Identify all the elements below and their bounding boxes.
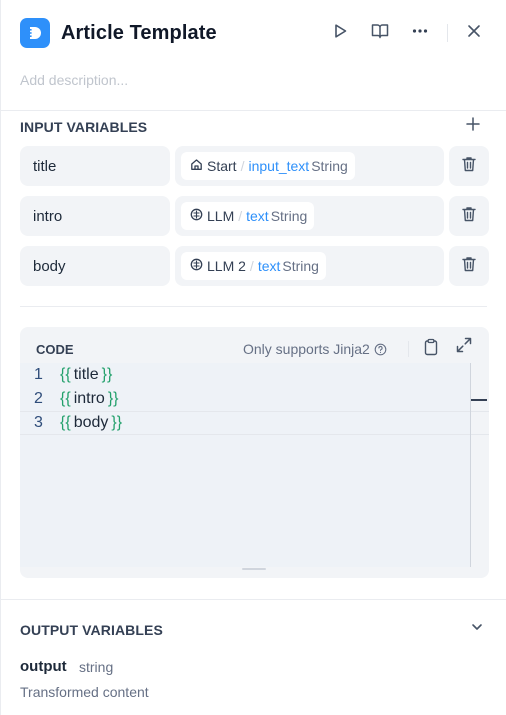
template-node-icon: [20, 18, 50, 48]
description-input[interactable]: Add description...: [20, 72, 128, 88]
variable-name-input[interactable]: title: [20, 146, 170, 186]
divider: [1, 110, 506, 111]
plus-icon: [466, 116, 480, 136]
variable-row: body LLM 2 / text String: [20, 246, 489, 286]
collapse-output-button[interactable]: [469, 621, 485, 637]
variable-reference-chip: LLM 2 / text String: [181, 252, 326, 280]
jinja-variable: title: [73, 366, 99, 383]
more-button[interactable]: [407, 20, 433, 46]
divider: [1, 599, 506, 600]
variable-name-input[interactable]: intro: [20, 196, 170, 236]
variable-type: String: [311, 158, 348, 174]
jinja-close-brace: }}: [111, 414, 123, 431]
template-transform-panel: Article Template Add description... INPU…: [0, 0, 506, 715]
delete-variable-button[interactable]: [449, 146, 489, 186]
jinja-hint-text: Only supports Jinja2: [243, 341, 370, 357]
source-variable-name: text: [246, 208, 269, 224]
variable-reference-selector[interactable]: Start / input_text String: [175, 146, 444, 186]
close-button[interactable]: [461, 20, 487, 46]
variable-reference-chip: Start / input_text String: [181, 152, 355, 180]
input-variables-title: INPUT VARIABLES: [20, 119, 148, 135]
jinja-open-brace: {{: [60, 390, 71, 407]
jinja-open-brace: {{: [60, 414, 71, 431]
source-node-name: LLM 2: [207, 258, 246, 274]
variable-reference-selector[interactable]: LLM / text String: [175, 196, 444, 236]
line-number: 2: [34, 390, 43, 407]
source-variable-name: text: [257, 258, 281, 274]
output-variable-name: output: [20, 658, 67, 675]
panel-header: Article Template: [20, 17, 487, 49]
llm-icon: [190, 208, 203, 224]
editor-scrollbar[interactable]: [470, 363, 471, 567]
trash-icon: [460, 205, 478, 228]
variable-name-input[interactable]: body: [20, 246, 170, 286]
more-horizontal-icon: [411, 22, 429, 45]
variable-type: String: [282, 258, 319, 274]
llm-icon: [190, 258, 203, 274]
docs-button[interactable]: [367, 20, 393, 46]
source-variable-name: input_text: [248, 158, 310, 174]
header-divider: [408, 341, 409, 357]
delete-variable-button[interactable]: [449, 196, 489, 236]
source-node-name: LLM: [207, 208, 235, 224]
variable-reference-chip: LLM / text String: [181, 202, 315, 230]
run-button[interactable]: [327, 20, 353, 46]
maximize-icon: [455, 336, 473, 359]
add-variable-button[interactable]: [464, 116, 482, 136]
source-node-name: Start: [207, 158, 237, 174]
play-icon: [331, 22, 349, 45]
variable-reference-selector[interactable]: LLM 2 / text String: [175, 246, 444, 286]
path-separator: /: [238, 208, 243, 224]
panel-title[interactable]: Article Template: [61, 22, 327, 45]
path-separator: /: [240, 158, 245, 174]
chevron-down-icon: [470, 620, 484, 639]
code-line: 1 {{ title }}: [20, 363, 489, 387]
jinja-close-brace: }}: [107, 390, 119, 407]
scrollbar-cursor-marker: [471, 399, 487, 401]
output-variable-type: string: [79, 659, 114, 675]
jinja-support-hint: Only supports Jinja2: [243, 341, 387, 357]
divider: [20, 306, 487, 307]
jinja-close-brace: }}: [101, 366, 113, 383]
book-open-icon: [370, 21, 390, 46]
path-separator: /: [249, 258, 254, 274]
line-number: 1: [34, 366, 43, 383]
copy-code-button[interactable]: [421, 338, 441, 361]
code-line: 3 {{ body }}: [20, 411, 489, 435]
close-icon: [466, 23, 482, 44]
trash-icon: [460, 155, 478, 178]
jinja-open-brace: {{: [60, 366, 71, 383]
variable-type: String: [270, 208, 308, 224]
code-label: CODE: [36, 342, 74, 357]
jinja-variable: body: [73, 414, 109, 431]
output-variable-description: Transformed content: [20, 684, 149, 700]
delete-variable-button[interactable]: [449, 246, 489, 286]
help-circle-icon[interactable]: [374, 343, 387, 356]
code-line: 2 {{ intro }}: [20, 387, 489, 411]
clipboard-icon: [423, 338, 439, 361]
output-variables-title: OUTPUT VARIABLES: [20, 622, 163, 638]
editor-resize-handle[interactable]: [242, 568, 266, 570]
trash-icon: [460, 255, 478, 278]
header-divider: [447, 24, 448, 42]
jinja-variable: intro: [73, 390, 105, 407]
home-icon: [190, 158, 203, 174]
line-number: 3: [34, 414, 43, 431]
code-editor-panel: CODE Only supports Jinja2 1 {{title}} …: [20, 327, 489, 578]
code-editor-header: CODE Only supports Jinja2: [20, 327, 489, 363]
variable-row: title Start / input_text String: [20, 146, 489, 186]
variable-row: intro LLM / text String: [20, 196, 489, 236]
code-editor[interactable]: 1 {{ title }} 2 {{ intro }} 3 {{ body }}: [20, 363, 489, 567]
expand-editor-button[interactable]: [454, 337, 474, 357]
